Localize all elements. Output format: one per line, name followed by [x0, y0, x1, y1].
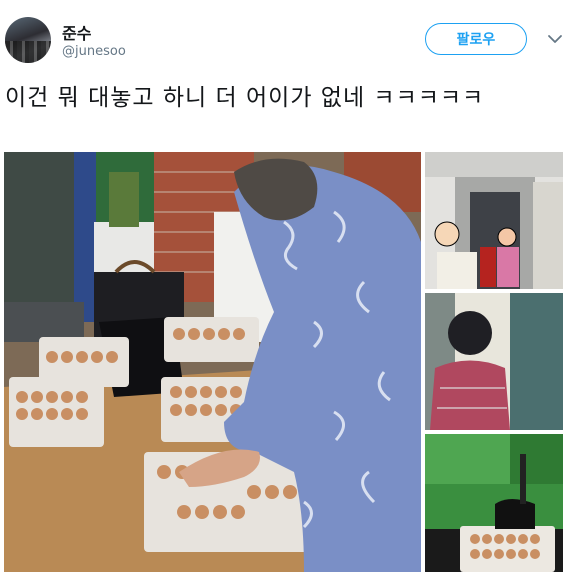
tweet-text: 이건 뭐 대놓고 하니 더 어이가 없네 ㅋㅋㅋㅋㅋ — [5, 85, 485, 111]
user-name[interactable]: 준수 — [62, 20, 91, 44]
photo-hallway — [425, 152, 563, 289]
media-photo-3[interactable] — [425, 293, 563, 430]
chevron-down-icon[interactable] — [546, 30, 564, 48]
photo-egg-table — [4, 152, 421, 572]
follow-button[interactable]: 팔로우 — [425, 23, 527, 55]
tweet-header: 준수 @junesoo 팔로우 — [0, 0, 571, 70]
media-photo-2[interactable] — [425, 152, 563, 289]
media-photo-4[interactable] — [425, 434, 563, 572]
media-grid — [4, 152, 563, 572]
user-handle[interactable]: @junesoo — [62, 44, 126, 59]
photo-bike-eggs — [425, 434, 563, 572]
avatar[interactable] — [5, 17, 51, 63]
media-photo-main[interactable] — [4, 152, 421, 572]
photo-walking — [425, 293, 563, 430]
